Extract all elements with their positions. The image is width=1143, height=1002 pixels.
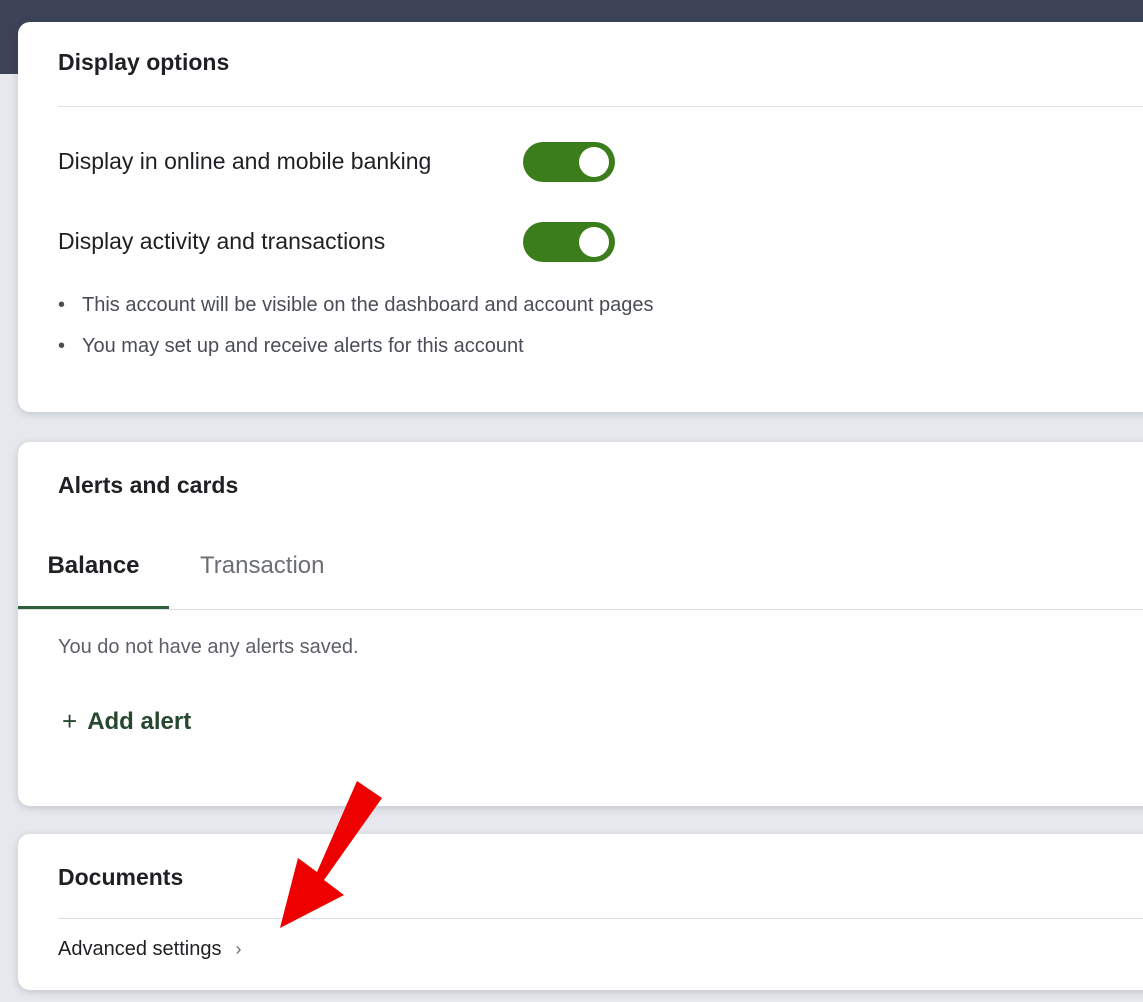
tabs-divider bbox=[18, 609, 1143, 610]
plus-icon: + bbox=[62, 706, 78, 736]
alerts-note: You may set up and receive alerts for th… bbox=[58, 331, 653, 372]
documents-card: Documents Advanced settings › bbox=[18, 834, 1143, 990]
activity-transactions-toggle[interactable] bbox=[523, 222, 615, 262]
divider bbox=[58, 918, 1143, 919]
visibility-notes-list: This account will be visible on the dash… bbox=[58, 290, 653, 372]
setting-label: Display activity and transactions bbox=[58, 228, 386, 254]
display-options-title: Display options bbox=[58, 49, 230, 75]
setting-row-activity: Display activity and transactions bbox=[58, 222, 618, 262]
visibility-note: This account will be visible on the dash… bbox=[58, 290, 653, 331]
chevron-right-icon: › bbox=[235, 939, 242, 959]
alerts-cards-card: Alerts and cards Balance Transaction You… bbox=[18, 442, 1143, 806]
no-alerts-message: You do not have any alerts saved. bbox=[58, 636, 359, 658]
setting-label: Display in online and mobile banking bbox=[58, 148, 432, 174]
display-options-card: Display options Display in online and mo… bbox=[18, 22, 1143, 412]
tab-balance[interactable]: Balance bbox=[18, 542, 169, 608]
toggle-knob bbox=[579, 147, 609, 177]
tab-transaction[interactable]: Transaction bbox=[200, 542, 325, 608]
add-alert-button[interactable]: + Add alert bbox=[62, 706, 191, 737]
setting-row-online-banking: Display in online and mobile banking bbox=[58, 142, 618, 182]
online-banking-toggle[interactable] bbox=[523, 142, 615, 182]
divider bbox=[58, 106, 1143, 107]
toggle-knob bbox=[579, 227, 609, 257]
alerts-cards-title: Alerts and cards bbox=[58, 472, 239, 498]
advanced-settings-label: Advanced settings bbox=[58, 938, 222, 960]
add-alert-label: Add alert bbox=[87, 707, 192, 735]
documents-title: Documents bbox=[58, 864, 184, 890]
advanced-settings-link[interactable]: Advanced settings › bbox=[58, 938, 241, 961]
alert-tabs: Balance Transaction bbox=[18, 542, 1143, 610]
